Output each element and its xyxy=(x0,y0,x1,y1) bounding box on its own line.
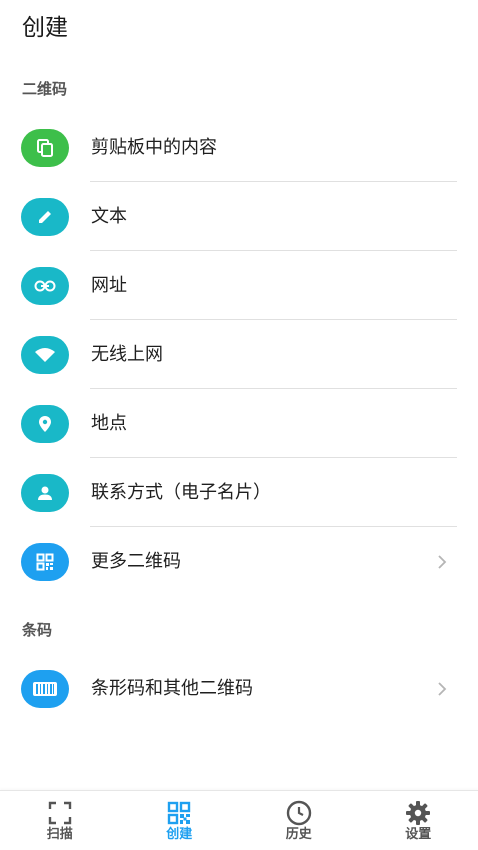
clock-icon xyxy=(286,800,312,826)
create-item-clipboard[interactable]: 剪贴板中的内容 xyxy=(0,113,478,182)
create-item-url[interactable]: 网址 xyxy=(0,251,478,320)
link-icon xyxy=(21,266,69,305)
location-pin-icon xyxy=(21,404,69,443)
create-item-label: 更多二维码 xyxy=(91,550,181,572)
section-header-barcode: 条码 xyxy=(22,621,53,639)
chevron-right-icon xyxy=(436,552,448,572)
create-item-location[interactable]: 地点 xyxy=(0,389,478,458)
create-item-text[interactable]: 文本 xyxy=(0,182,478,251)
bottom-nav: 扫描 创建 历史 设置 xyxy=(0,790,478,850)
nav-label: 创建 xyxy=(166,827,193,842)
nav-item-settings[interactable]: 设置 xyxy=(359,791,478,850)
nav-item-create[interactable]: 创建 xyxy=(120,791,240,850)
nav-label: 设置 xyxy=(405,827,432,842)
scan-icon xyxy=(47,800,73,826)
section-header-qr: 二维码 xyxy=(22,80,68,98)
barcode-icon xyxy=(21,669,69,708)
create-item-wifi[interactable]: 无线上网 xyxy=(0,320,478,389)
create-item-label: 地点 xyxy=(91,412,127,434)
create-item-label: 文本 xyxy=(91,205,127,227)
page-title: 创建 xyxy=(22,15,68,41)
nav-item-scan[interactable]: 扫描 xyxy=(0,791,120,850)
create-item-more-qr[interactable]: 更多二维码 xyxy=(0,527,478,596)
qr-code-icon xyxy=(166,800,192,826)
nav-item-history[interactable]: 历史 xyxy=(239,791,359,850)
nav-label: 历史 xyxy=(285,827,312,842)
nav-label: 扫描 xyxy=(46,827,73,842)
clipboard-copy-icon xyxy=(21,128,69,167)
person-icon xyxy=(21,473,69,512)
chevron-right-icon xyxy=(436,679,448,699)
create-item-barcode[interactable]: 条形码和其他二维码 xyxy=(0,654,478,723)
create-item-label: 网址 xyxy=(91,274,127,296)
pencil-icon xyxy=(21,197,69,236)
create-item-contact[interactable]: 联系方式（电子名片） xyxy=(0,458,478,527)
create-item-label: 条形码和其他二维码 xyxy=(91,677,253,699)
create-item-label: 剪贴板中的内容 xyxy=(91,136,217,158)
wifi-icon xyxy=(21,335,69,374)
create-item-label: 无线上网 xyxy=(91,343,163,365)
create-item-label: 联系方式（电子名片） xyxy=(91,481,271,503)
gear-icon xyxy=(405,800,431,826)
qr-code-icon xyxy=(21,542,69,581)
